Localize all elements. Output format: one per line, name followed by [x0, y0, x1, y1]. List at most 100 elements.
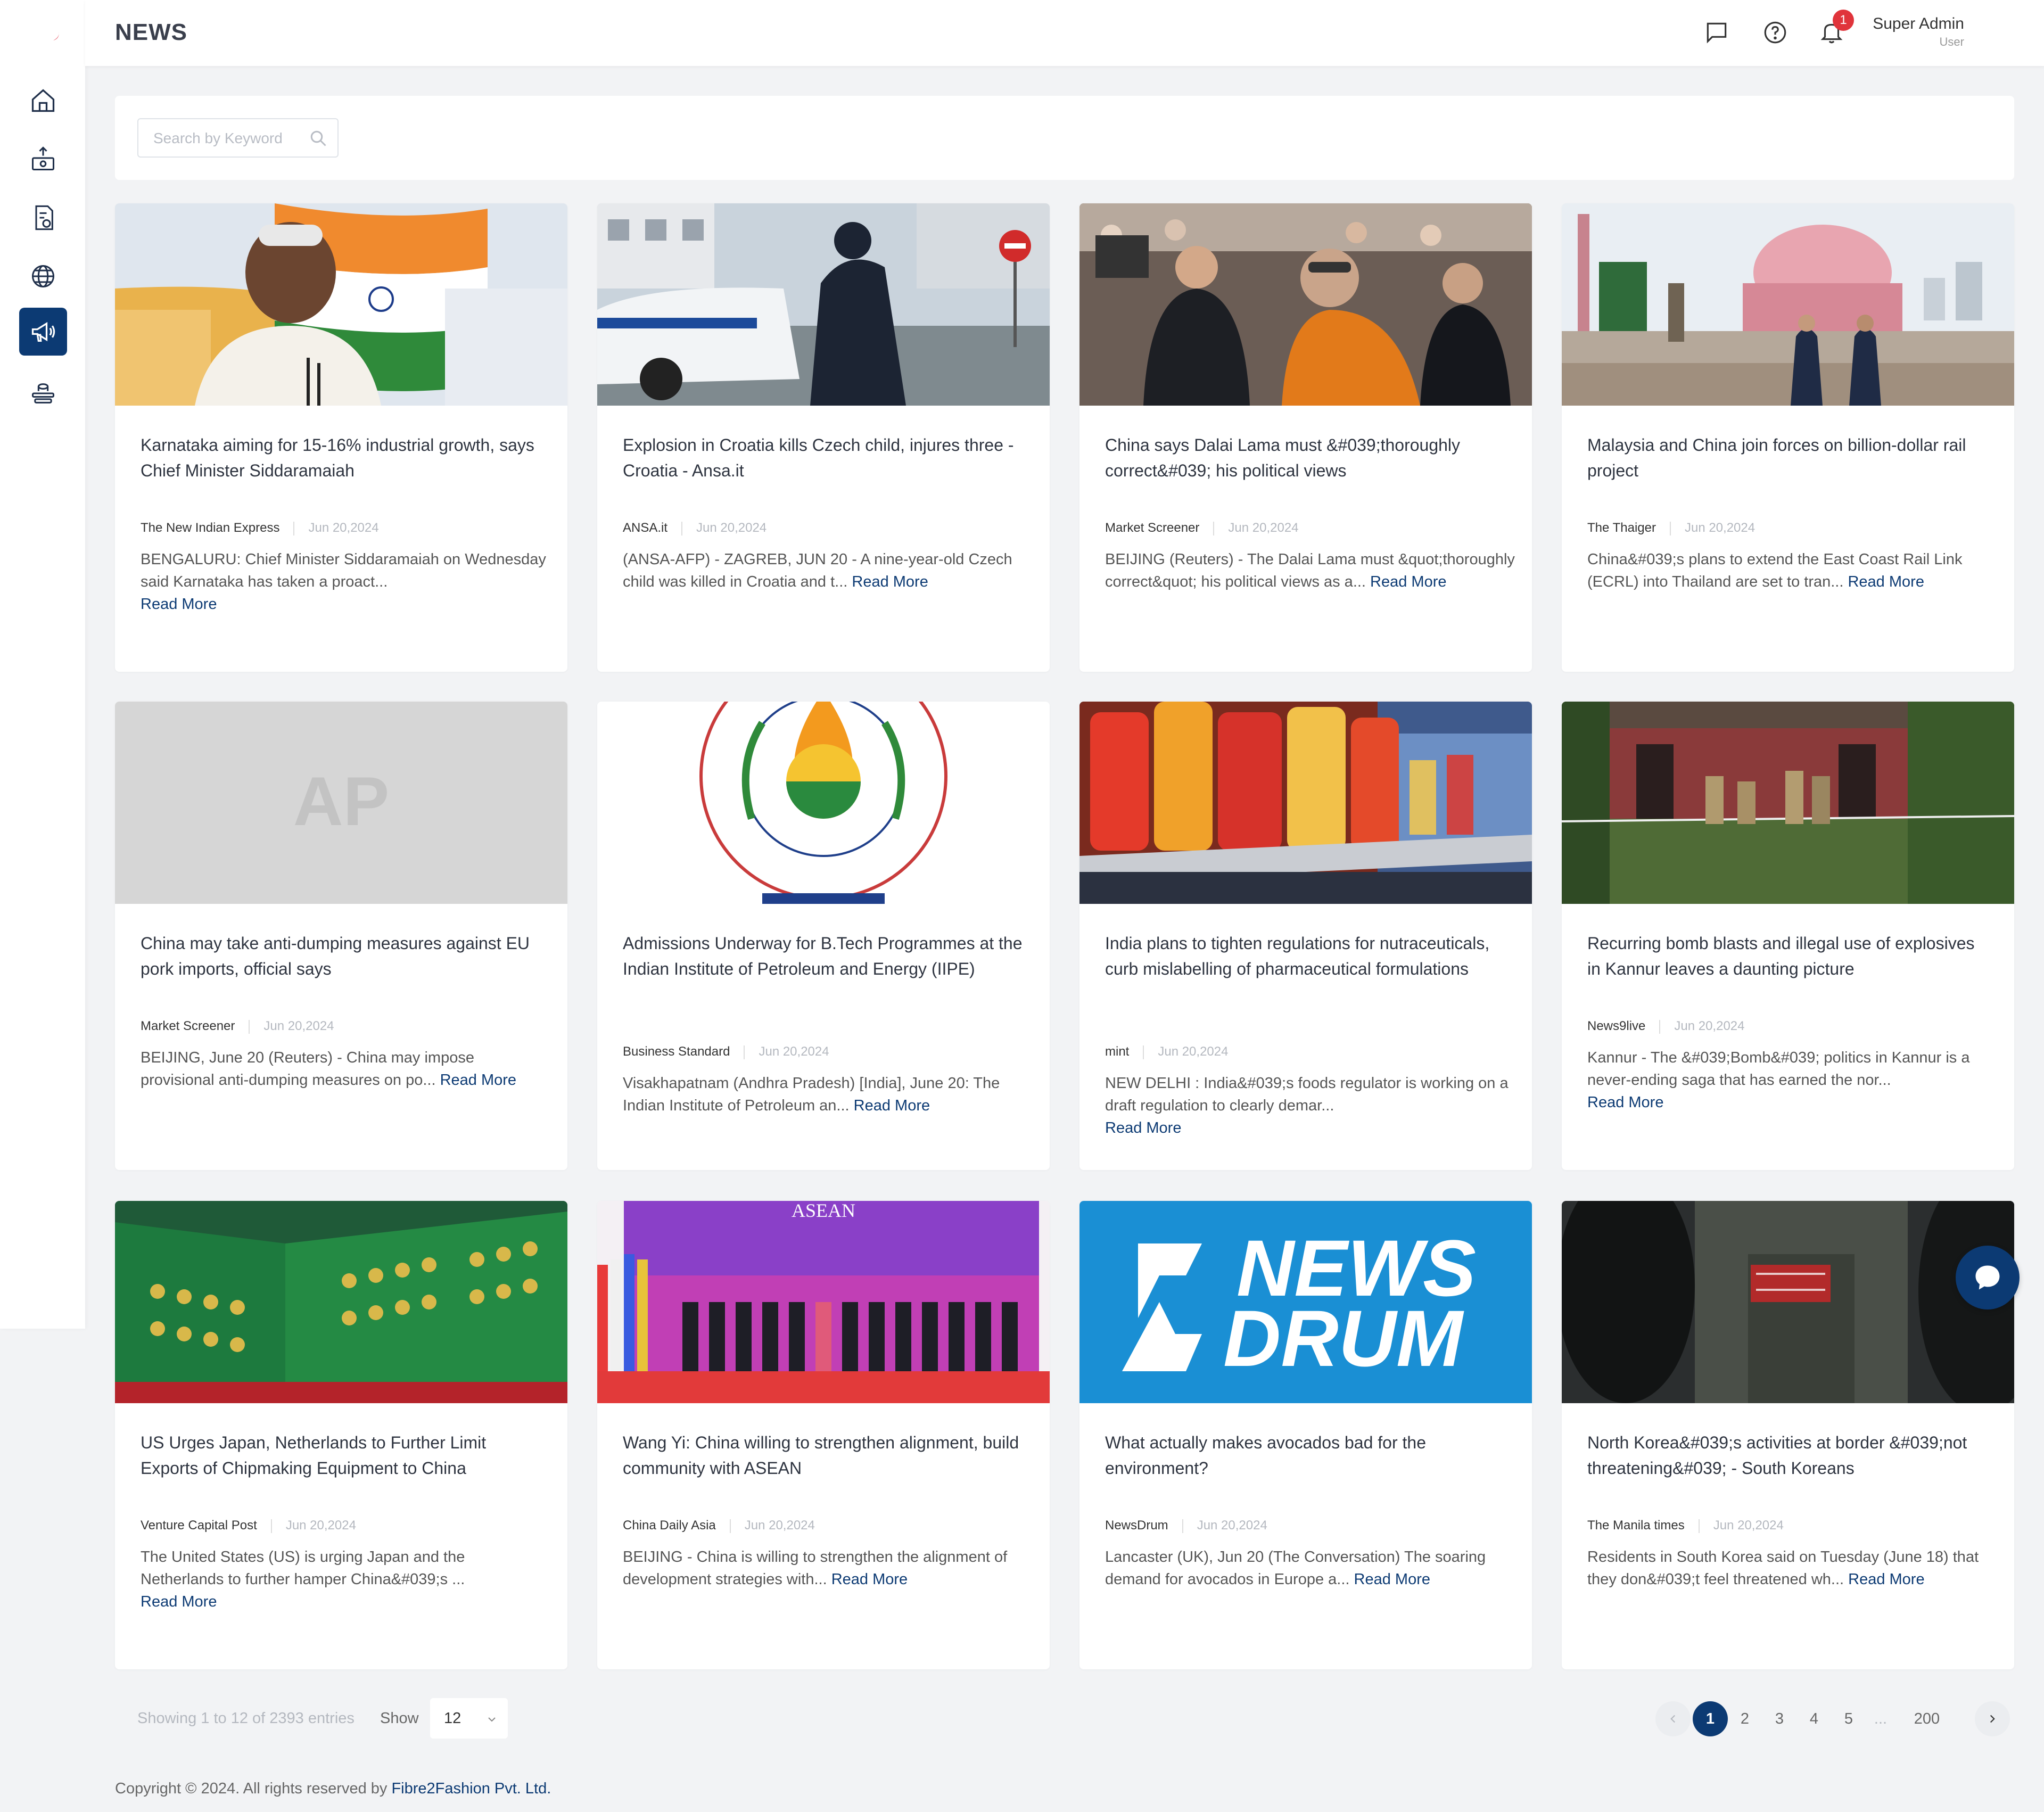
- news-excerpt-text: BEIJING, June 20 (Reuters) - China may i…: [141, 1049, 474, 1089]
- top-header: NEWS 1 Super Admin User JA: [85, 0, 2044, 66]
- news-source: China Daily Asia: [623, 1518, 716, 1533]
- news-excerpt: Lancaster (UK), Jun 20 (The Conversation…: [1105, 1546, 1515, 1591]
- search-icon[interactable]: [309, 129, 328, 148]
- page-button[interactable]: 200: [1903, 1701, 1951, 1736]
- news-excerpt: NEW DELHI : India&#039;s foods regulator…: [1105, 1072, 1515, 1139]
- chevron-right-icon: [1990, 1715, 1995, 1723]
- news-title[interactable]: Recurring bomb blasts and illegal use of…: [1587, 930, 1992, 982]
- news-source: Market Screener: [141, 1019, 235, 1033]
- user-name[interactable]: Super Admin: [1873, 15, 1964, 33]
- news-image[interactable]: [597, 702, 1050, 904]
- sidebar: [0, 0, 85, 1329]
- news-title[interactable]: US Urges Japan, Netherlands to Further L…: [141, 1430, 545, 1481]
- news-title[interactable]: Wang Yi: China willing to strengthen ali…: [623, 1430, 1027, 1481]
- news-card[interactable]: NEWS DRUM What actually makes avocados b…: [1079, 1201, 1532, 1669]
- news-image[interactable]: [597, 203, 1050, 406]
- page-button[interactable]: 3: [1762, 1701, 1797, 1736]
- news-image[interactable]: [115, 1201, 567, 1403]
- news-card[interactable]: Malaysia and China join forces on billio…: [1562, 203, 2014, 672]
- live-chat-button[interactable]: [1956, 1246, 2020, 1309]
- copyright-text: Copyright © 2024. All rights reserved by: [115, 1780, 392, 1797]
- news-title[interactable]: North Korea&#039;s activities at border …: [1587, 1430, 1992, 1481]
- news-excerpt: BEIJING (Reuters) - The Dalai Lama must …: [1105, 548, 1515, 593]
- sidebar-item-money[interactable]: [19, 135, 67, 183]
- news-title[interactable]: Admissions Underway for B.Tech Programme…: [623, 930, 1027, 982]
- read-more-link[interactable]: Read More: [1370, 573, 1446, 590]
- sidebar-item-news[interactable]: [19, 308, 67, 356]
- news-title[interactable]: Karnataka aiming for 15-16% industrial g…: [141, 432, 545, 483]
- news-image[interactable]: NEWS DRUM: [1079, 1201, 1532, 1403]
- read-more-link[interactable]: Read More: [440, 1072, 516, 1089]
- messages-button[interactable]: [1703, 19, 1730, 46]
- news-card[interactable]: Explosion in Croatia kills Czech child, …: [597, 203, 1050, 672]
- news-image[interactable]: [1562, 702, 2014, 904]
- news-excerpt: Residents in South Korea said on Tuesday…: [1587, 1546, 1997, 1591]
- search-input[interactable]: [152, 119, 303, 158]
- read-more-link[interactable]: Read More: [852, 573, 928, 590]
- sidebar-item-invoice[interactable]: [19, 194, 67, 242]
- news-image[interactable]: [115, 203, 567, 406]
- news-excerpt-text: (ANSA-AFP) - ZAGREB, JUN 20 - A nine-yea…: [623, 551, 1012, 590]
- sidebar-item-global[interactable]: [19, 252, 67, 300]
- meta-divider: [744, 1045, 745, 1059]
- meta-divider: [1182, 1519, 1183, 1533]
- news-title[interactable]: China says Dalai Lama must &#039;thoroug…: [1105, 432, 1510, 483]
- news-excerpt-text: Visakhapatnam (Andhra Pradesh) [India], …: [623, 1075, 1000, 1114]
- news-excerpt: Kannur - The &#039;Bomb&#039; politics i…: [1587, 1047, 1997, 1114]
- news-date: Jun 20,2024: [759, 1044, 829, 1059]
- news-card[interactable]: AP China may take anti-dumping measures …: [115, 702, 567, 1170]
- news-card[interactable]: India plans to tighten regulations for n…: [1079, 702, 1532, 1170]
- help-icon: [1764, 21, 1786, 44]
- news-card[interactable]: Admissions Underway for B.Tech Programme…: [597, 702, 1050, 1170]
- read-more-link[interactable]: Read More: [141, 596, 217, 613]
- sidebar-item-home[interactable]: [19, 77, 67, 125]
- news-image[interactable]: [1562, 203, 2014, 406]
- read-more-link[interactable]: Read More: [1354, 1571, 1430, 1588]
- news-card[interactable]: US Urges Japan, Netherlands to Further L…: [115, 1201, 567, 1669]
- news-image[interactable]: [1079, 702, 1532, 904]
- news-image[interactable]: ASEAN: [597, 1201, 1050, 1403]
- page-size-value: 12: [444, 1710, 461, 1727]
- page-button[interactable]: 1: [1693, 1701, 1728, 1736]
- read-more-link[interactable]: Read More: [1587, 1094, 1663, 1111]
- news-excerpt-text: BEIJING - China is willing to strengthen…: [623, 1549, 1008, 1588]
- read-more-link[interactable]: Read More: [1105, 1119, 1181, 1136]
- page-ellipsis: ...: [1874, 1710, 1888, 1727]
- news-image[interactable]: [1562, 1201, 2014, 1403]
- page-button[interactable]: 5: [1831, 1701, 1866, 1736]
- invoice-icon: [35, 205, 53, 230]
- meta-divider: [729, 1519, 731, 1533]
- news-card[interactable]: ASEAN Wang Yi: China willing to strength…: [597, 1201, 1050, 1669]
- prev-page-button[interactable]: [1655, 1701, 1691, 1736]
- news-title[interactable]: India plans to tighten regulations for n…: [1105, 930, 1510, 982]
- news-card[interactable]: North Korea&#039;s activities at border …: [1562, 1201, 2014, 1669]
- news-title[interactable]: Malaysia and China join forces on billio…: [1587, 432, 1992, 483]
- page-size-select[interactable]: 12: [430, 1698, 508, 1739]
- news-image[interactable]: [1079, 203, 1532, 406]
- read-more-link[interactable]: Read More: [1848, 573, 1924, 590]
- news-title[interactable]: Explosion in Croatia kills Czech child, …: [623, 432, 1027, 483]
- news-card[interactable]: China says Dalai Lama must &#039;thoroug…: [1079, 203, 1532, 672]
- page-button[interactable]: 4: [1796, 1701, 1832, 1736]
- news-source: mint: [1105, 1044, 1130, 1059]
- next-page-button[interactable]: [1975, 1701, 2010, 1736]
- sidebar-item-bank[interactable]: [19, 369, 67, 417]
- chevron-left-icon: [1670, 1715, 1676, 1723]
- news-image[interactable]: AP: [115, 702, 567, 904]
- news-source: Market Screener: [1105, 521, 1200, 535]
- news-excerpt: BENGALURU: Chief Minister Siddaramaiah o…: [141, 548, 550, 615]
- company-link[interactable]: Fibre2Fashion Pvt. Ltd.: [391, 1780, 551, 1797]
- app-logo[interactable]: [50, 30, 63, 43]
- news-title[interactable]: China may take anti-dumping measures aga…: [141, 930, 545, 982]
- news-date: Jun 20,2024: [1197, 1518, 1267, 1533]
- news-excerpt-text: NEW DELHI : India&#039;s foods regulator…: [1105, 1075, 1509, 1114]
- read-more-link[interactable]: Read More: [831, 1571, 908, 1588]
- news-card[interactable]: Karnataka aiming for 15-16% industrial g…: [115, 203, 567, 672]
- news-card[interactable]: Recurring bomb blasts and illegal use of…: [1562, 702, 2014, 1170]
- read-more-link[interactable]: Read More: [141, 1593, 217, 1610]
- page-button[interactable]: 2: [1727, 1701, 1762, 1736]
- read-more-link[interactable]: Read More: [854, 1097, 930, 1114]
- help-button[interactable]: [1762, 19, 1789, 46]
- news-title[interactable]: What actually makes avocados bad for the…: [1105, 1430, 1510, 1481]
- read-more-link[interactable]: Read More: [1848, 1571, 1924, 1588]
